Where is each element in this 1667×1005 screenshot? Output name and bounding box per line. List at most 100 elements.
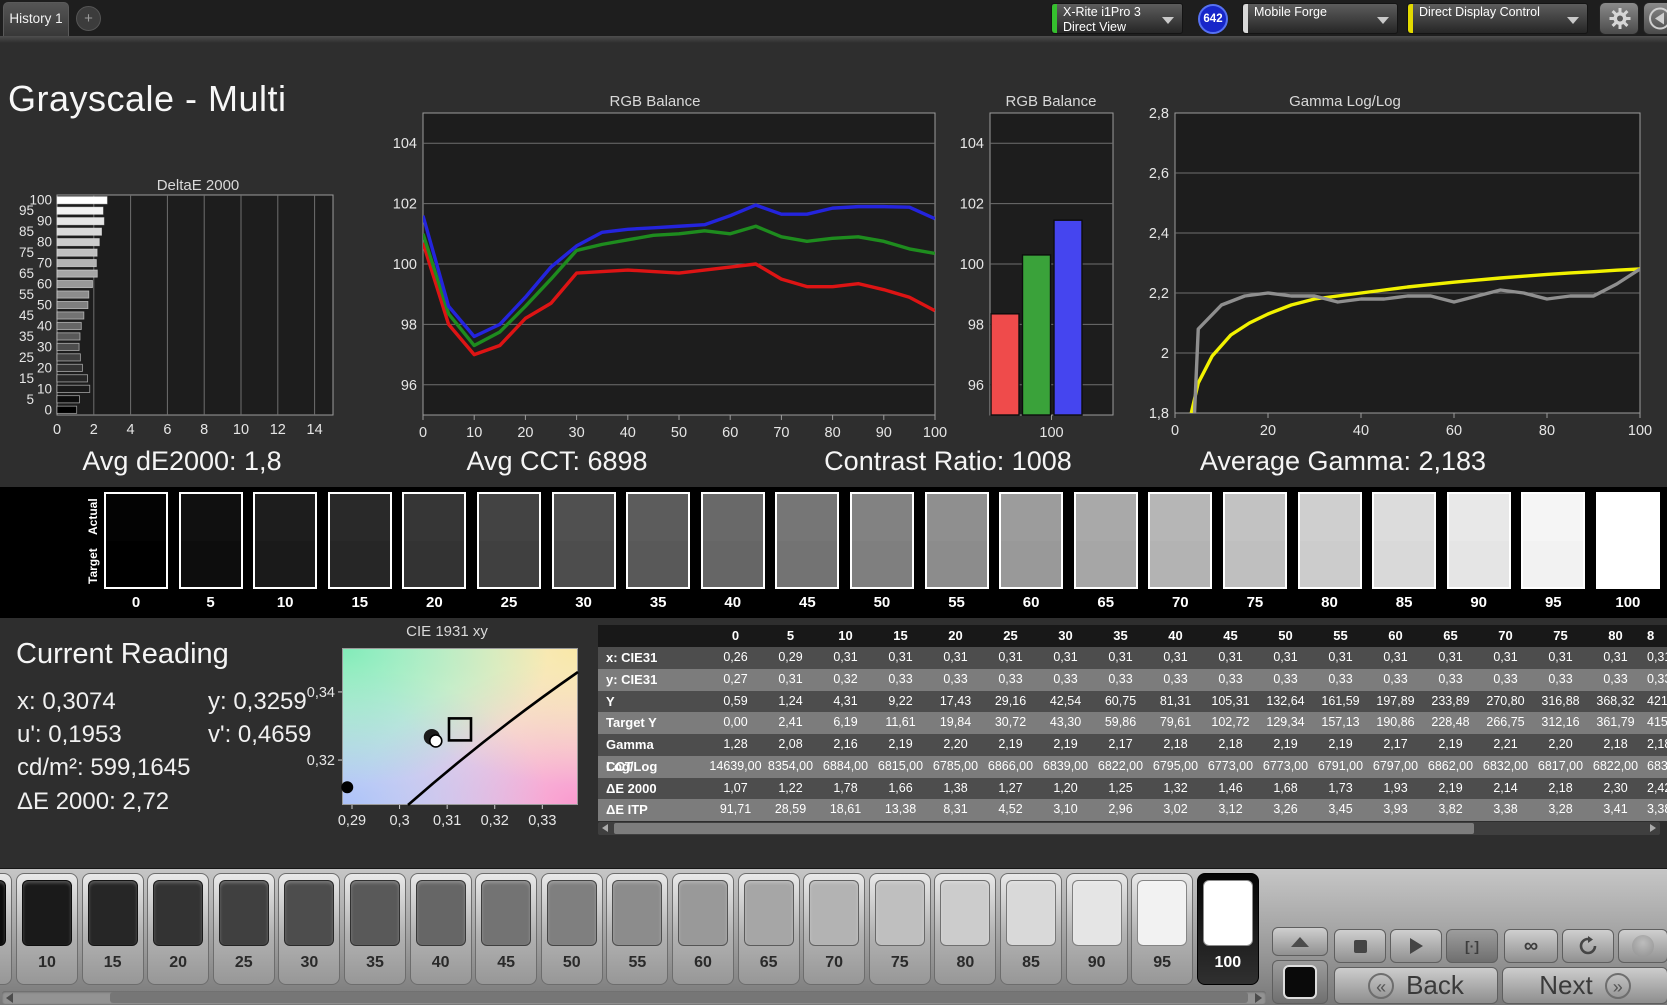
svg-text:98: 98 bbox=[401, 317, 417, 333]
svg-text:40: 40 bbox=[620, 425, 636, 441]
svg-text:0,34: 0,34 bbox=[307, 685, 335, 701]
scroll-right-icon[interactable] bbox=[1255, 993, 1262, 1003]
svg-text:104: 104 bbox=[960, 136, 984, 152]
level-button-100[interactable]: 100 bbox=[1196, 873, 1259, 985]
table-cell: 1,78 bbox=[833, 780, 858, 795]
deltae-bar-0 bbox=[56, 405, 78, 414]
levels-scrollbar[interactable] bbox=[2, 991, 1266, 1004]
current-patch-button[interactable] bbox=[1272, 960, 1328, 1004]
table-cell: 1,73 bbox=[1328, 780, 1353, 795]
level-button-label: 70 bbox=[825, 954, 844, 971]
rgb-balance-line-chart: RGB Balance 96 98 100 102 104 0 10 20 30 40 50 60 70 8… bbox=[393, 93, 947, 441]
target-half bbox=[1374, 540, 1435, 587]
level-button-15[interactable]: 15 bbox=[81, 873, 144, 985]
level-button-95[interactable]: 95 bbox=[1131, 873, 1194, 985]
level-button-25[interactable]: 25 bbox=[212, 873, 275, 985]
chevron-left-circle-icon bbox=[1649, 7, 1667, 30]
level-button-90[interactable]: 90 bbox=[1065, 873, 1128, 985]
deltae-bar-95 bbox=[56, 206, 104, 215]
level-swatch bbox=[350, 880, 400, 946]
table-row-label: y: CIE31 bbox=[606, 671, 658, 687]
pattern-up-button[interactable] bbox=[1272, 927, 1328, 956]
svg-text:2,2: 2,2 bbox=[1149, 286, 1169, 302]
level-swatch bbox=[809, 880, 860, 946]
svg-text:DeltaE 2000: DeltaE 2000 bbox=[157, 177, 240, 194]
display-control-dropdown[interactable]: Direct Display Control bbox=[1407, 3, 1588, 34]
table-cell: 4,52 bbox=[998, 802, 1023, 817]
swatch-level-label: 95 bbox=[1544, 594, 1562, 611]
svg-text:45: 45 bbox=[19, 308, 34, 323]
table-scrollbar[interactable] bbox=[598, 822, 1660, 835]
target-half bbox=[1597, 540, 1658, 587]
table-cell: 0,33 bbox=[1603, 671, 1628, 686]
scroll-right-icon[interactable] bbox=[1650, 824, 1656, 832]
source-dropdown[interactable]: Mobile Forge bbox=[1242, 3, 1398, 34]
level-button-40[interactable]: 40 bbox=[409, 873, 472, 985]
table-row-label: Target Y bbox=[606, 715, 657, 731]
level-button-45[interactable]: 45 bbox=[475, 873, 538, 985]
swatch-level-label: 45 bbox=[799, 594, 816, 611]
play-button[interactable] bbox=[1390, 929, 1442, 963]
target-half bbox=[404, 540, 465, 587]
table-cell: 0,33 bbox=[1218, 671, 1243, 686]
back-button[interactable]: « Back bbox=[1334, 967, 1498, 1004]
deltae-bar-60 bbox=[56, 280, 93, 289]
meter-dropdown[interactable]: X-Rite i1Pro 3 Direct View bbox=[1051, 3, 1183, 34]
grayscale-swatch-40: 40 bbox=[700, 492, 765, 611]
level-button-10[interactable]: 10 bbox=[16, 873, 78, 985]
level-button-60[interactable]: 60 bbox=[672, 873, 734, 985]
table-cell: 1,07 bbox=[723, 780, 748, 795]
level-button-70[interactable]: 70 bbox=[803, 873, 866, 985]
table-row: CCT 14639,00 8354,00 6884,00 6815,00 6785,00 6… bbox=[598, 755, 1667, 778]
deltae-bar-55 bbox=[56, 290, 90, 299]
scroll-left-icon[interactable] bbox=[602, 824, 608, 832]
table-column-header: 80 bbox=[1608, 628, 1623, 643]
add-tab-button[interactable]: + bbox=[76, 6, 101, 31]
scroll-left-icon[interactable] bbox=[6, 993, 13, 1003]
settings-button[interactable] bbox=[1599, 2, 1639, 35]
level-button-35[interactable]: 35 bbox=[344, 873, 406, 985]
status-button[interactable] bbox=[1618, 929, 1667, 963]
grayscale-swatch-75: 75 bbox=[1222, 492, 1287, 611]
levels-scrollbar-thumb[interactable] bbox=[110, 992, 1248, 1003]
table-cell: 421 bbox=[1647, 693, 1667, 708]
level-button-55[interactable]: 55 bbox=[606, 873, 669, 985]
svg-text:5: 5 bbox=[26, 392, 34, 407]
pattern-window-button[interactable]: [·] bbox=[1446, 929, 1498, 963]
tab-history-1[interactable]: History 1 bbox=[3, 2, 69, 36]
level-button-50[interactable]: 50 bbox=[540, 873, 603, 985]
refresh-button[interactable] bbox=[1562, 929, 1614, 963]
level-button-5[interactable]: 5 bbox=[0, 873, 13, 985]
svg-text:RGB Balance: RGB Balance bbox=[1006, 93, 1097, 110]
level-button-20[interactable]: 20 bbox=[147, 873, 210, 985]
level-button-75[interactable]: 75 bbox=[868, 873, 931, 985]
collapse-panel-button[interactable] bbox=[1643, 2, 1667, 35]
level-swatch bbox=[1137, 880, 1188, 946]
grayscale-swatch-60: 60 bbox=[999, 492, 1064, 611]
table-column-header: 20 bbox=[948, 628, 963, 643]
next-button[interactable]: Next » bbox=[1502, 967, 1667, 1004]
level-button-85[interactable]: 85 bbox=[1000, 873, 1062, 985]
table-cell: 0,31 bbox=[998, 650, 1023, 664]
table-cell: 9,22 bbox=[888, 693, 913, 708]
continuous-measure-button[interactable]: ∞ bbox=[1504, 929, 1558, 963]
meter-status-stripe bbox=[1052, 4, 1057, 33]
swatch-level-label: 0 bbox=[131, 594, 141, 611]
level-swatch bbox=[874, 880, 925, 946]
table-cell: 1,22 bbox=[778, 780, 803, 795]
table-cell: 8354,00 bbox=[767, 758, 814, 773]
table-cell: 3,12 bbox=[1218, 802, 1243, 817]
level-button-65[interactable]: 65 bbox=[737, 873, 800, 985]
table-scrollbar-thumb[interactable] bbox=[614, 823, 1474, 834]
level-button-30[interactable]: 30 bbox=[278, 873, 341, 985]
table-cell: 197,89 bbox=[1376, 693, 1415, 708]
table-cell: 190,86 bbox=[1376, 715, 1415, 730]
stop-button[interactable] bbox=[1334, 929, 1386, 963]
deltae-bar-70 bbox=[56, 259, 97, 268]
table-cell: 14639,00 bbox=[709, 758, 762, 773]
table-cell: 6822,00 bbox=[1592, 758, 1639, 773]
table-row: ΔE ITP 91,71 28,59 18,61 13,38 8,31 4,52 3,10 2,… bbox=[598, 799, 1667, 821]
svg-text:100: 100 bbox=[923, 425, 947, 441]
svg-text:25: 25 bbox=[19, 350, 34, 365]
level-button-80[interactable]: 80 bbox=[934, 873, 997, 985]
